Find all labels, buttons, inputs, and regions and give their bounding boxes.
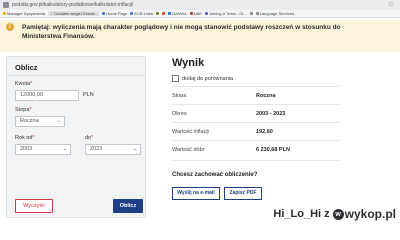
bookmark-label: Manager Dysponenta: [7, 11, 46, 16]
bookmark-label: ECB Links: [134, 11, 153, 16]
divider: [7, 75, 145, 76]
url-text[interactable]: podatki.gov.pl/kalkulatory-podatkowe/kal…: [12, 1, 133, 9]
send-email-button[interactable]: Wyślij na e-mail: [172, 187, 220, 200]
amount-input[interactable]: 12000,00: [15, 90, 79, 101]
bookmark-favicon-icon: [204, 12, 208, 15]
save-pdf-button[interactable]: Zapisz PDF: [224, 187, 262, 200]
year-to-select[interactable]: 2023 ⌄: [85, 144, 141, 155]
compare-checkbox-row[interactable]: dodaj do porównania: [172, 75, 233, 82]
watermark: Hi_Lo_Hi z w wykop.pl: [273, 207, 396, 221]
result-key-period: Okres: [172, 111, 187, 117]
bookmark-favicon-icon: [161, 12, 165, 15]
rate-select[interactable]: Roczna ⌄: [15, 116, 65, 127]
clear-button[interactable]: Wyczyść: [15, 199, 53, 213]
bookmark-star-icon[interactable]: ☆: [388, 0, 394, 10]
bookmark-label: DANWA: [171, 11, 187, 16]
save-question: Chcesz zachować obliczenie?: [172, 172, 258, 178]
bookmark-favicon-icon: [102, 12, 106, 15]
wykop-logo-text: wykop.pl: [344, 207, 396, 221]
chevron-down-icon: ⌄: [62, 146, 67, 152]
result-key-goods-value: Wartość dóbr: [172, 147, 205, 153]
notice-text: Pamiętaj: wyliczenia mają charakter pogl…: [22, 24, 341, 40]
chevron-down-icon: ⌄: [132, 146, 137, 152]
bookmark-favicon-icon: [3, 12, 6, 15]
rate-label: Stopa*: [15, 107, 32, 113]
bookmark-item[interactable]: [155, 12, 159, 15]
year-to-value: 2023: [90, 146, 103, 152]
divider: [172, 160, 340, 161]
bookmark-item[interactable]: Manager Dysponenta: [3, 11, 45, 16]
notice-banner: ! Pamiętaj: wyliczenia mają charakter po…: [0, 20, 400, 52]
bookmark-label: Home Page: [106, 11, 128, 16]
bookmark-item[interactable]: Language Services...: [255, 11, 298, 16]
form-title: Oblicz: [15, 63, 38, 72]
site-favicon: [3, 2, 9, 8]
result-title: Wynik: [172, 57, 205, 69]
bookmark-favicon-icon: [167, 12, 171, 15]
year-from-select[interactable]: 2003 ⌄: [15, 144, 71, 155]
browser-url-bar[interactable]: podatki.gov.pl/kalkulatory-podatkowe/kal…: [0, 0, 400, 10]
compare-label: dodaj do porównania: [182, 75, 234, 82]
result-value-period: 2003 - 2023: [256, 111, 286, 117]
bookmark-item[interactable]: ECB Links: [130, 11, 153, 16]
calculate-button[interactable]: Oblicz: [113, 199, 143, 213]
bookmark-favicon-icon: [189, 12, 193, 15]
result-value-inflation: 192,60: [256, 129, 273, 135]
wykop-logo: w wykop.pl: [332, 207, 396, 221]
year-from-label: Rok od*: [15, 135, 35, 141]
bookmark-item[interactable]: Joining a Team - Gl...: [204, 11, 247, 16]
bookmark-item[interactable]: NAK: [189, 11, 202, 16]
bookmark-favicon-icon: [155, 12, 159, 15]
amount-label: Kwota*: [15, 81, 33, 87]
bookmark-favicon-icon: [255, 12, 259, 15]
divider: [172, 140, 340, 141]
watermark-user: Hi_Lo_Hi z: [273, 208, 330, 220]
amount-unit: PLN: [83, 92, 94, 98]
year-to-label: do*: [85, 135, 94, 141]
divider: [172, 122, 340, 123]
bookmarks-bar: Manager Dysponenta Dodatek wegiel Dziedz.…: [0, 10, 400, 18]
bookmark-favicon-icon: [130, 12, 134, 15]
bookmark-favicon-icon: [249, 12, 253, 15]
bookmark-item[interactable]: DANWA: [167, 11, 187, 16]
year-from-value: 2003: [20, 146, 33, 152]
bookmark-label: NAK: [193, 11, 202, 16]
calculator-form: Oblicz Kwota* 12000,00 PLN Stopa* Roczna…: [6, 56, 146, 218]
result-value-goods-value: 6 230,68 PLN: [256, 147, 290, 153]
bookmark-item[interactable]: Home Page: [102, 11, 127, 16]
bookmark-item[interactable]: Dodatek wegiel Dziedz..: [48, 11, 100, 16]
result-key-rate: Stopa: [172, 93, 187, 99]
divider: [172, 86, 340, 87]
wykop-logo-icon: w: [332, 208, 344, 220]
bookmark-label: Language Services...: [259, 11, 298, 16]
result-key-inflation: Wartość inflacji: [172, 129, 209, 135]
chevron-down-icon: ⌄: [56, 118, 61, 124]
rate-select-value: Roczna: [20, 118, 39, 124]
bookmark-favicon-icon: [50, 12, 54, 15]
bookmark-label: Dodatek wegiel Dziedz..: [54, 11, 98, 16]
bookmark-item[interactable]: [249, 12, 253, 15]
result-value-rate: Roczna: [256, 93, 276, 99]
divider: [172, 104, 340, 105]
compare-checkbox[interactable]: [172, 75, 179, 82]
warning-icon: !: [6, 23, 14, 31]
bookmark-label: Joining a Team - Gl...: [208, 11, 247, 16]
bookmark-item[interactable]: [161, 12, 165, 15]
